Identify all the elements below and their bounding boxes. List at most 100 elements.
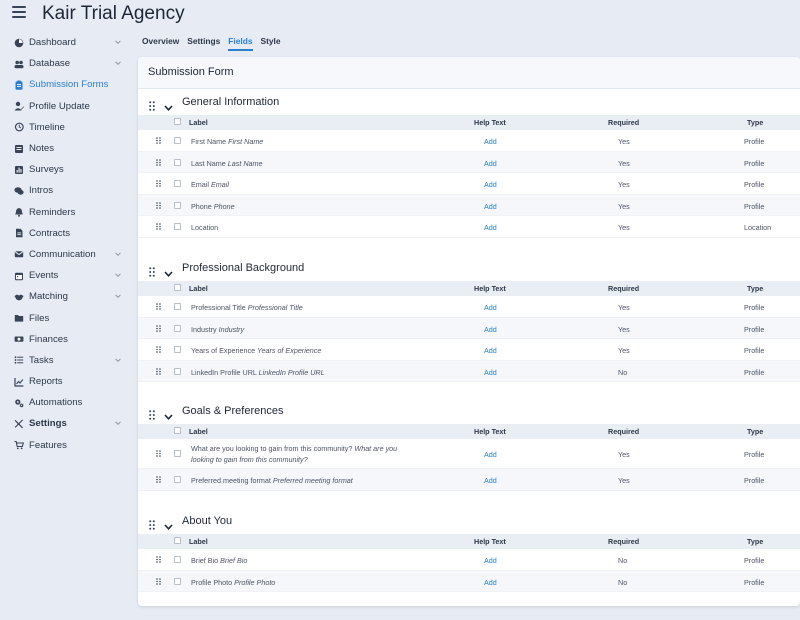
row-checkbox[interactable] <box>174 450 181 457</box>
row-checkbox[interactable] <box>174 158 181 166</box>
select-all-checkbox[interactable] <box>174 537 181 544</box>
drag-handle-icon[interactable] <box>156 158 161 166</box>
drag-handle-icon[interactable] <box>156 556 161 563</box>
drag-handle-icon[interactable] <box>149 264 155 277</box>
add-help-text-link[interactable]: Add <box>484 223 497 232</box>
table-row: Industry Industry Add Yes Profile <box>138 317 800 339</box>
drag-handle-icon[interactable] <box>156 577 161 585</box>
drag-handle-icon[interactable] <box>156 201 161 209</box>
chevron-down-icon[interactable] <box>114 419 122 427</box>
chevron-down-icon[interactable] <box>114 292 122 300</box>
sidebar-item-surveys[interactable]: Surveys <box>0 159 132 180</box>
add-help-text-link[interactable]: Add <box>484 303 497 312</box>
row-checkbox[interactable] <box>174 346 181 353</box>
drag-handle-icon[interactable] <box>156 137 161 144</box>
sidebar-item-files[interactable]: Files <box>0 307 132 328</box>
chevron-down-icon[interactable] <box>114 59 122 67</box>
sidebar-item-automations[interactable]: Automations <box>0 392 132 413</box>
chevron-down-icon[interactable] <box>114 38 122 46</box>
sidebar-item-notes[interactable]: Notes <box>0 138 132 159</box>
table-row: Professional Title Professional Title Add… <box>138 296 800 318</box>
column-header-help-text: Help Text <box>474 427 506 436</box>
add-help-text-link[interactable]: Add <box>484 159 497 168</box>
drag-handle-icon[interactable] <box>156 180 161 187</box>
select-all-checkbox[interactable] <box>174 118 181 125</box>
drag-handle-icon[interactable] <box>149 98 155 111</box>
chevron-down-icon[interactable] <box>114 271 122 279</box>
add-help-text-link[interactable]: Add <box>484 578 497 587</box>
sidebar-item-dashboard[interactable]: Dashboard <box>0 32 132 53</box>
row-checkbox[interactable] <box>174 476 181 483</box>
add-help-text-link[interactable]: Add <box>484 450 497 459</box>
drag-handle-icon[interactable] <box>149 407 155 420</box>
table-row: What are you looking to gain from this c… <box>138 439 800 469</box>
row-checkbox[interactable] <box>174 201 181 209</box>
sidebar-item-database[interactable]: Database <box>0 53 132 74</box>
tab-settings[interactable]: Settings <box>187 36 220 51</box>
row-checkbox[interactable] <box>174 367 181 375</box>
table-row: Profile Photo Profile Photo Add No Profile <box>138 570 800 592</box>
add-help-text-link[interactable]: Add <box>484 556 497 565</box>
sidebar-item-finances[interactable]: Finances <box>0 329 132 350</box>
sidebar-item-intros[interactable]: Intros <box>0 180 132 201</box>
add-help-text-link[interactable]: Add <box>484 325 497 334</box>
chevron-down-icon[interactable] <box>164 99 173 111</box>
sidebar-item-timeline[interactable]: Timeline <box>0 117 132 138</box>
sidebar-item-profile-update[interactable]: Profile Update <box>0 96 132 117</box>
note-icon <box>14 144 24 154</box>
sidebar-item-tasks[interactable]: Tasks <box>0 350 132 371</box>
add-help-text-link[interactable]: Add <box>484 137 497 146</box>
sidebar-item-communication[interactable]: Communication <box>0 244 132 265</box>
form-section: Goals & Preferences Label Help Text Require… <box>138 400 800 491</box>
tab-overview[interactable]: Overview <box>142 36 179 51</box>
drag-handle-icon[interactable] <box>156 367 161 375</box>
add-help-text-link[interactable]: Add <box>484 346 497 355</box>
sidebar-item-label: Dashboard <box>29 37 76 49</box>
drag-handle-icon[interactable] <box>149 517 155 530</box>
sidebar-item-matching[interactable]: Matching <box>0 286 132 307</box>
field-label: Brief Bio Brief Bio <box>191 556 421 567</box>
row-checkbox[interactable] <box>174 556 181 563</box>
row-checkbox[interactable] <box>174 577 181 585</box>
row-checkbox[interactable] <box>174 223 181 230</box>
add-help-text-link[interactable]: Add <box>484 368 497 377</box>
chevron-down-icon[interactable] <box>164 408 173 420</box>
drag-handle-icon[interactable] <box>156 476 161 483</box>
sidebar-item-reports[interactable]: Reports <box>0 371 132 392</box>
add-help-text-link[interactable]: Add <box>484 202 497 211</box>
tab-fields[interactable]: Fields <box>228 36 253 51</box>
sidebar-item-contracts[interactable]: Contracts <box>0 223 132 244</box>
sidebar-item-events[interactable]: Events <box>0 265 132 286</box>
field-label: Preferred meeting format Preferred meeti… <box>191 476 421 487</box>
drag-handle-icon[interactable] <box>156 346 161 353</box>
drag-handle-icon[interactable] <box>156 450 161 457</box>
row-checkbox[interactable] <box>174 137 181 144</box>
row-checkbox[interactable] <box>174 180 181 187</box>
tab-style[interactable]: Style <box>261 36 281 51</box>
select-all-checkbox[interactable] <box>174 427 181 434</box>
drag-handle-icon[interactable] <box>156 303 161 310</box>
drag-handle-icon[interactable] <box>156 223 161 230</box>
chevron-down-icon[interactable] <box>114 356 122 364</box>
sidebar-item-settings[interactable]: Settings <box>0 413 132 434</box>
add-help-text-link[interactable]: Add <box>484 180 497 189</box>
sidebar-item-submission-forms[interactable]: Submission Forms <box>0 74 132 95</box>
drag-handle-icon[interactable] <box>156 324 161 332</box>
column-header-label: Label <box>189 427 208 436</box>
column-header-type: Type <box>747 284 764 293</box>
sidebar-item-reminders[interactable]: Reminders <box>0 202 132 223</box>
column-header-required: Required <box>608 284 640 293</box>
field-name: First Name <box>191 137 227 146</box>
chevron-down-icon[interactable] <box>164 518 173 530</box>
chevron-down-icon[interactable] <box>164 265 173 277</box>
chevron-down-icon[interactable] <box>114 250 122 258</box>
add-help-text-link[interactable]: Add <box>484 476 497 485</box>
menu-icon[interactable] <box>12 6 26 18</box>
column-header-type: Type <box>747 537 764 546</box>
row-checkbox[interactable] <box>174 324 181 332</box>
row-checkbox[interactable] <box>174 303 181 310</box>
field-label: Years of Experience Years of Experience <box>191 346 421 357</box>
sidebar-item-features[interactable]: Features <box>0 435 132 456</box>
select-all-checkbox[interactable] <box>174 284 181 291</box>
chat-icon <box>14 186 24 196</box>
